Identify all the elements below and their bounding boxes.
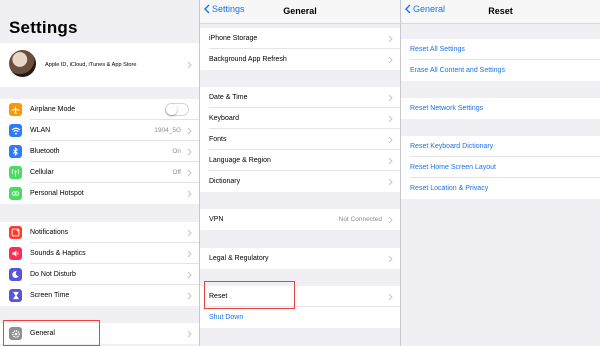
chevron-right-icon xyxy=(187,61,192,69)
reset-keyboard-dictionary-label: Reset Keyboard Dictionary xyxy=(410,143,494,150)
general-highlight-box xyxy=(3,320,100,346)
avatar xyxy=(9,50,36,77)
chevron-right-icon xyxy=(187,330,192,338)
screen-time-label: Screen Time xyxy=(30,292,70,299)
date-time-row[interactable]: Date & Time xyxy=(200,87,400,108)
chevron-right-icon xyxy=(187,127,192,135)
date-time-label: Date & Time xyxy=(209,94,248,101)
chevron-right-icon xyxy=(187,229,192,237)
keyboard-label: Keyboard xyxy=(209,115,239,122)
do-not-disturb-label: Do Not Disturb xyxy=(30,271,76,278)
speaker-icon xyxy=(9,247,22,260)
language-region-row[interactable]: Language & Region xyxy=(200,150,400,171)
vpn-row[interactable]: VPN Not Connected xyxy=(200,209,400,230)
reset-all-settings-button[interactable]: Reset All Settings xyxy=(401,39,600,60)
wifi-icon xyxy=(9,124,22,137)
general-navbar: Settings General xyxy=(200,0,400,24)
reset-home-screen-layout-label: Reset Home Screen Layout xyxy=(410,164,496,171)
chevron-right-icon xyxy=(187,292,192,300)
reset-location-privacy-label: Reset Location & Privacy xyxy=(410,185,489,192)
bluetooth-label: Bluetooth xyxy=(30,148,60,155)
screenshot-stage: Settings Apple ID, iCloud, iTunes & App … xyxy=(0,0,600,346)
iphone-storage-label: iPhone Storage xyxy=(209,35,258,42)
page-title: Settings xyxy=(9,18,78,37)
hourglass-icon xyxy=(9,289,22,302)
chevron-right-icon xyxy=(388,255,393,263)
airplane-icon xyxy=(9,103,22,116)
chevron-right-icon xyxy=(388,157,393,165)
bluetooth-value: On xyxy=(172,148,181,155)
sounds-haptics-label: Sounds & Haptics xyxy=(30,250,86,257)
iphone-storage-row[interactable]: iPhone Storage xyxy=(200,28,400,49)
cellular-value: Off xyxy=(172,169,181,176)
moon-icon xyxy=(9,268,22,281)
chevron-right-icon xyxy=(388,115,393,123)
keyboard-row[interactable]: Keyboard xyxy=(200,108,400,129)
chevron-right-icon xyxy=(388,178,393,186)
airplane-mode-label: Airplane Mode xyxy=(30,106,76,113)
sidebar-item-cellular[interactable]: Cellular Off xyxy=(0,162,199,183)
notifications-label: Notifications xyxy=(30,229,69,236)
sidebar-item-bluetooth[interactable]: Bluetooth On xyxy=(0,141,199,162)
sidebar-item-personal-hotspot[interactable]: Personal Hotspot xyxy=(0,183,199,204)
sidebar-item-do-not-disturb[interactable]: Do Not Disturb xyxy=(0,264,199,285)
background-app-refresh-label: Background App Refresh xyxy=(209,56,287,63)
page-title: Reset xyxy=(488,6,513,16)
personal-hotspot-label: Personal Hotspot xyxy=(30,190,84,197)
toggle-knob xyxy=(166,104,177,115)
reset-all-settings-label: Reset All Settings xyxy=(410,46,465,53)
legal-regulatory-row[interactable]: Legal & Regulatory xyxy=(200,248,400,269)
chevron-right-icon xyxy=(187,169,192,177)
reset-panel: General Reset Reset All Settings Erase A… xyxy=(401,0,600,346)
reset-location-privacy-button[interactable]: Reset Location & Privacy xyxy=(401,178,600,199)
chevron-right-icon xyxy=(388,136,393,144)
dictionary-row[interactable]: Dictionary xyxy=(200,171,400,192)
chevron-right-icon xyxy=(388,293,393,301)
chevron-right-icon xyxy=(187,250,192,258)
vpn-label: VPN xyxy=(209,216,224,223)
reset-keyboard-dictionary-button[interactable]: Reset Keyboard Dictionary xyxy=(401,136,600,157)
cellular-icon xyxy=(9,166,22,179)
reset-highlight-box xyxy=(204,281,295,309)
reset-home-screen-layout-button[interactable]: Reset Home Screen Layout xyxy=(401,157,600,178)
apple-id-subtitle: Apple ID, iCloud, iTunes & App Store xyxy=(45,62,137,68)
hotspot-icon xyxy=(9,187,22,200)
reset-network-settings-label: Reset Network Settings xyxy=(410,105,484,112)
airplane-mode-row: Airplane Mode xyxy=(0,99,199,120)
dictionary-label: Dictionary xyxy=(209,178,241,185)
settings-panel: Settings Apple ID, iCloud, iTunes & App … xyxy=(0,0,199,346)
sidebar-item-screen-time[interactable]: Screen Time xyxy=(0,285,199,306)
apple-id-row[interactable]: Apple ID, iCloud, iTunes & App Store xyxy=(0,43,199,87)
cellular-label: Cellular xyxy=(30,169,54,176)
chevron-right-icon xyxy=(187,148,192,156)
page-title: General xyxy=(283,6,317,16)
sidebar-item-wlan[interactable]: WLAN 1904_5G xyxy=(0,120,199,141)
chevron-right-icon xyxy=(388,35,393,43)
fonts-row[interactable]: Fonts xyxy=(200,129,400,150)
background-app-refresh-row[interactable]: Background App Refresh xyxy=(200,49,400,70)
sidebar-item-sounds-haptics[interactable]: Sounds & Haptics xyxy=(0,243,199,264)
chevron-right-icon xyxy=(187,190,192,198)
language-region-label: Language & Region xyxy=(209,157,271,164)
erase-all-content-button[interactable]: Erase All Content and Settings xyxy=(401,60,600,81)
legal-regulatory-label: Legal & Regulatory xyxy=(209,255,269,262)
airplane-mode-toggle[interactable] xyxy=(165,103,189,116)
chevron-right-icon xyxy=(388,216,393,224)
chevron-right-icon xyxy=(388,56,393,64)
vpn-status: Not Connected xyxy=(338,216,382,223)
wlan-value: 1904_5G xyxy=(154,127,181,134)
chevron-right-icon xyxy=(187,271,192,279)
reset-network-settings-button[interactable]: Reset Network Settings xyxy=(401,98,600,119)
bluetooth-icon xyxy=(9,145,22,158)
notifications-icon xyxy=(9,226,22,239)
sidebar-item-notifications[interactable]: Notifications xyxy=(0,222,199,243)
shut-down-label: Shut Down xyxy=(209,314,244,321)
erase-all-content-label: Erase All Content and Settings xyxy=(410,67,505,74)
fonts-label: Fonts xyxy=(209,136,227,143)
shut-down-button[interactable]: Shut Down xyxy=(200,307,400,328)
wlan-label: WLAN xyxy=(30,127,51,134)
general-panel: Settings General iPhone Storage Backgrou… xyxy=(200,0,400,346)
reset-navbar: General Reset xyxy=(401,0,600,24)
chevron-right-icon xyxy=(388,94,393,102)
